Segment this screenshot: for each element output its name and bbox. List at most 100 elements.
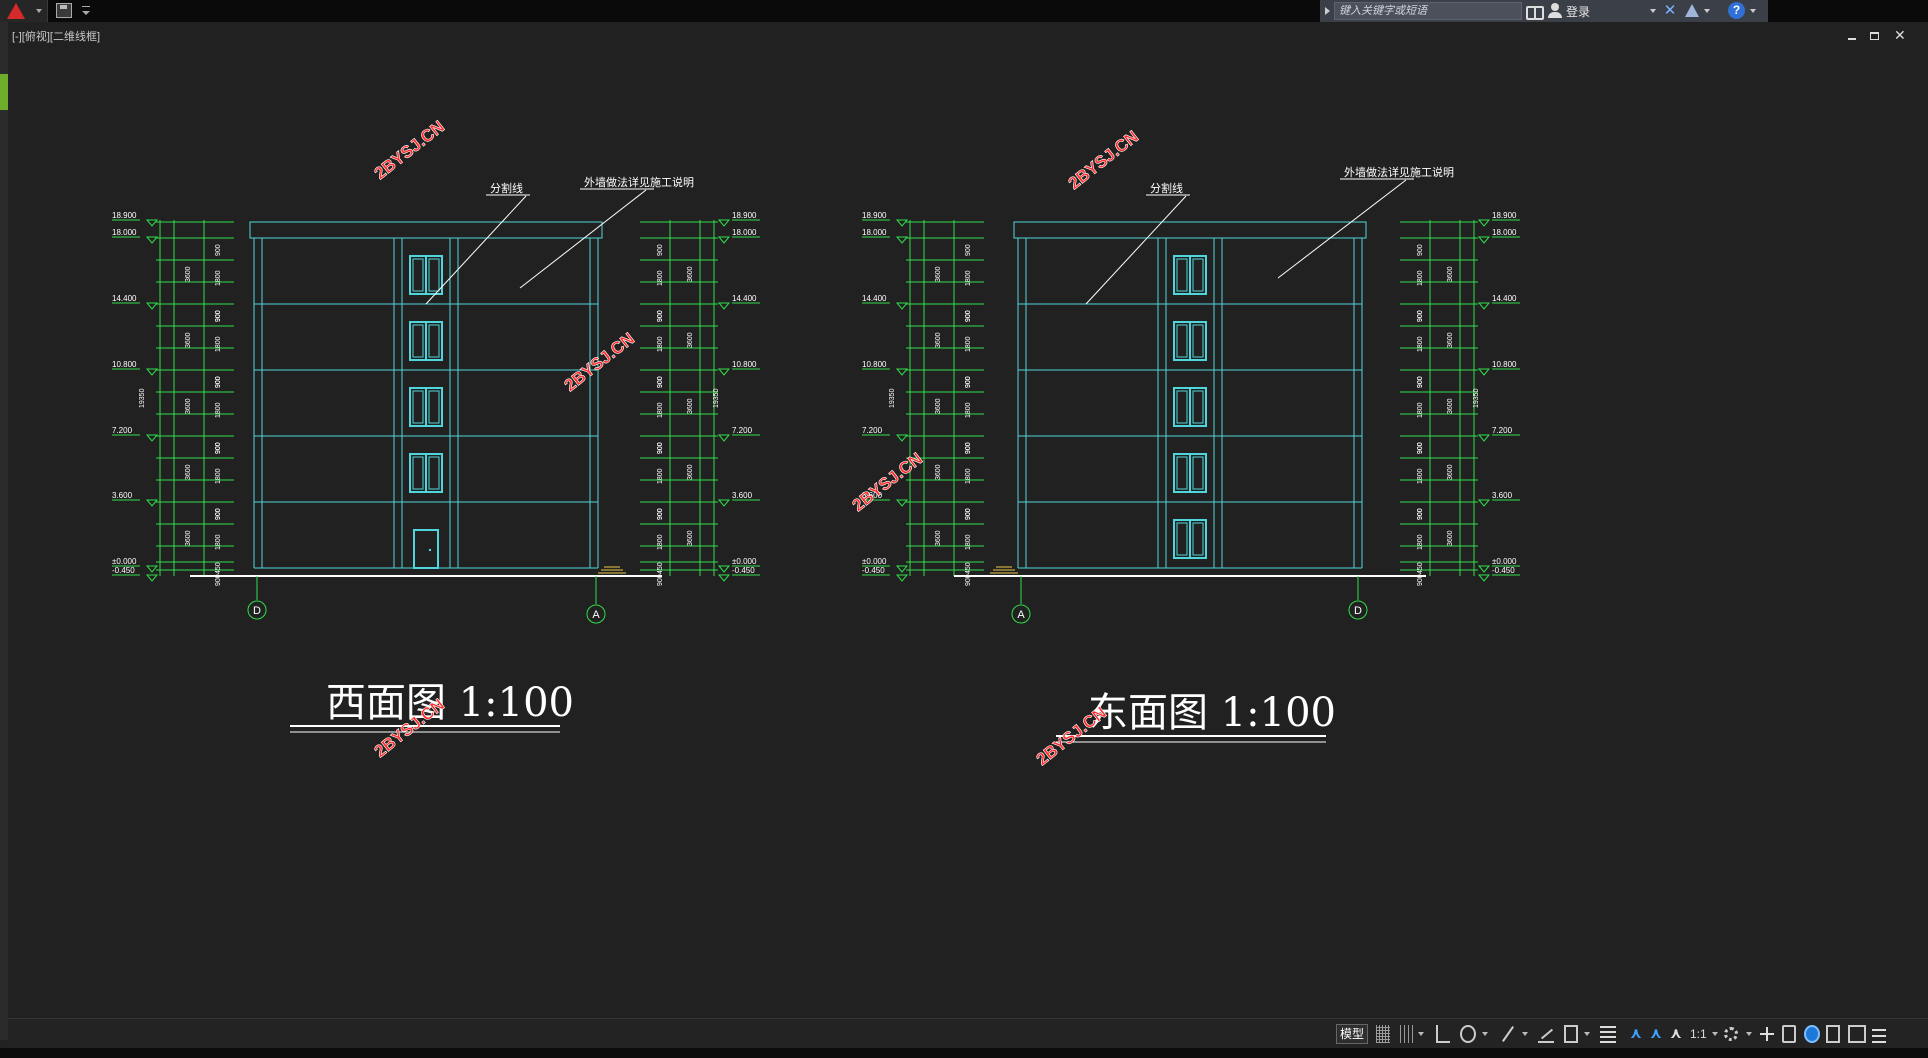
- elevation-label: 3.600: [1492, 491, 1513, 500]
- parapet: [249, 221, 603, 239]
- chevron-down-icon[interactable]: [1584, 1032, 1590, 1036]
- elevation-label: -0.450: [862, 566, 885, 575]
- application-menu-button[interactable]: [0, 0, 48, 22]
- split-dimension: 1800: [215, 468, 222, 484]
- model-space-button[interactable]: 模型: [1336, 1024, 1368, 1044]
- elevation-label: 7.200: [1492, 426, 1513, 435]
- split-dimension: 900: [965, 508, 972, 520]
- base-dimension: 450: [1417, 562, 1424, 574]
- user-icon[interactable]: [1548, 3, 1562, 19]
- help-icon[interactable]: ?: [1728, 2, 1745, 19]
- search-input[interactable]: 键入关键字或短语: [1334, 2, 1522, 20]
- workspace-gear-icon[interactable]: [1724, 1027, 1738, 1041]
- grid-icon[interactable]: [1376, 1025, 1390, 1043]
- binoculars-icon[interactable]: [1526, 4, 1544, 20]
- door-handle: [428, 548, 432, 552]
- split-dimension: 1800: [1417, 402, 1424, 418]
- elevation-label: -0.450: [732, 566, 755, 575]
- annotation-autoscale-icon[interactable]: ⋏: [1668, 1025, 1684, 1043]
- object-snap-icon[interactable]: [1500, 1025, 1516, 1043]
- hardware-acceleration-icon[interactable]: [1826, 1025, 1840, 1043]
- chevron-down-icon[interactable]: [1482, 1032, 1488, 1036]
- ortho-icon[interactable]: [1436, 1025, 1450, 1043]
- drawing-canvas[interactable]: 18.900 18.000 14.400 10.800 7.200 3.600 ±0.000…: [8, 22, 1928, 1018]
- elevation-label: 18.900: [1492, 211, 1517, 220]
- elevation-label: ±0.000: [1492, 557, 1517, 566]
- split-dimension: 900: [965, 244, 972, 256]
- chevron-down-icon[interactable]: [1712, 1032, 1718, 1036]
- elevation-marker: [717, 434, 731, 442]
- status-bar: 模型 ⋏ ⋏ ⋏ 1:1: [8, 1018, 1928, 1048]
- viewport-scale-label[interactable]: 1:1: [1690, 1025, 1712, 1043]
- a360-icon[interactable]: [1684, 3, 1700, 19]
- split-dimension: 900: [215, 310, 222, 322]
- customization-menu-icon[interactable]: [1872, 1025, 1886, 1043]
- elevation-marker: [145, 574, 159, 582]
- dynamic-input-icon[interactable]: [1564, 1025, 1578, 1043]
- floor-dimension: 3600: [687, 464, 694, 480]
- elevation-marker: [1477, 219, 1491, 227]
- elevation-label: 18.000: [732, 228, 757, 237]
- elevation-marker: [717, 219, 731, 227]
- chevron-down-icon[interactable]: [1746, 1032, 1752, 1036]
- total-height-label: 19350: [713, 388, 720, 408]
- split-dimension: 1800: [965, 336, 972, 352]
- split-dimension: 1800: [657, 270, 664, 286]
- clean-screen-icon[interactable]: [1848, 1025, 1866, 1043]
- annotation-note: 外墙做法详见施工说明: [1344, 165, 1454, 179]
- isolate-objects-icon[interactable]: [1804, 1025, 1820, 1043]
- floor-dimension: 3600: [687, 266, 694, 282]
- elevation-marker: [145, 302, 159, 310]
- split-dimension: 1800: [965, 468, 972, 484]
- split-dimension: 900: [657, 310, 664, 322]
- split-dimension: 900: [1417, 244, 1424, 256]
- annotation-scale-icon[interactable]: ⋏: [1628, 1025, 1644, 1043]
- elevation-marker: [1477, 565, 1491, 573]
- elevation-marker: [1477, 434, 1491, 442]
- drawing-window-controls: ✕: [1848, 28, 1918, 44]
- elevation-label: 7.200: [862, 426, 883, 435]
- quick-access-dropdown-icon[interactable]: [80, 4, 92, 18]
- split-dimension: 1800: [657, 336, 664, 352]
- restore-icon[interactable]: [1870, 32, 1879, 40]
- elevation-label: 3.600: [112, 491, 133, 500]
- snap-icon[interactable]: [1400, 1025, 1414, 1043]
- elevation-label: 14.400: [862, 294, 887, 303]
- annotation-visibility-icon[interactable]: ⋏: [1648, 1025, 1664, 1043]
- exchange-apps-icon[interactable]: ✕: [1662, 3, 1678, 19]
- elevation-marker: [145, 368, 159, 376]
- elevation-label: 7.200: [112, 426, 133, 435]
- annotation-monitor-icon[interactable]: [1760, 1025, 1774, 1043]
- elevation-marker: [895, 499, 909, 507]
- split-dimension: 1800: [215, 402, 222, 418]
- split-dimension: 1800: [657, 402, 664, 418]
- object-snap-tracking-icon[interactable]: [1538, 1025, 1554, 1043]
- left-edge-panel: [0, 22, 8, 1040]
- expand-arrow-icon[interactable]: [1325, 7, 1330, 15]
- window-sash: [412, 456, 424, 490]
- lineweight-icon[interactable]: [1600, 1025, 1616, 1043]
- minimize-icon[interactable]: [1848, 38, 1856, 40]
- floor-dimension: 3600: [935, 266, 942, 282]
- elevation-label: 10.800: [1492, 360, 1517, 369]
- watermark-text: 2BYSJ.CN: [849, 449, 926, 515]
- elevation-marker: [145, 434, 159, 442]
- chevron-down-icon[interactable]: [1522, 1032, 1528, 1036]
- close-icon[interactable]: ✕: [1894, 28, 1906, 42]
- floor-dimension: 3600: [687, 398, 694, 414]
- split-dimension: 900: [1417, 442, 1424, 454]
- chevron-down-icon[interactable]: [1650, 9, 1656, 13]
- viewport-controls-label[interactable]: [-][俯视][二维线框]: [12, 28, 100, 44]
- split-dimension: 1800: [965, 270, 972, 286]
- polar-tracking-icon[interactable]: [1460, 1025, 1476, 1043]
- note-leader: [425, 195, 527, 305]
- window-sash: [1176, 258, 1188, 292]
- chevron-down-icon[interactable]: [1704, 9, 1710, 13]
- login-button[interactable]: 登录: [1566, 3, 1590, 20]
- elevation-label: ±0.000: [732, 557, 757, 566]
- chevron-down-icon[interactable]: [1750, 9, 1756, 13]
- save-icon[interactable]: [56, 3, 72, 18]
- side-tab-indicator[interactable]: [0, 74, 8, 110]
- chevron-down-icon[interactable]: [1418, 1032, 1424, 1036]
- units-icon[interactable]: [1782, 1025, 1796, 1043]
